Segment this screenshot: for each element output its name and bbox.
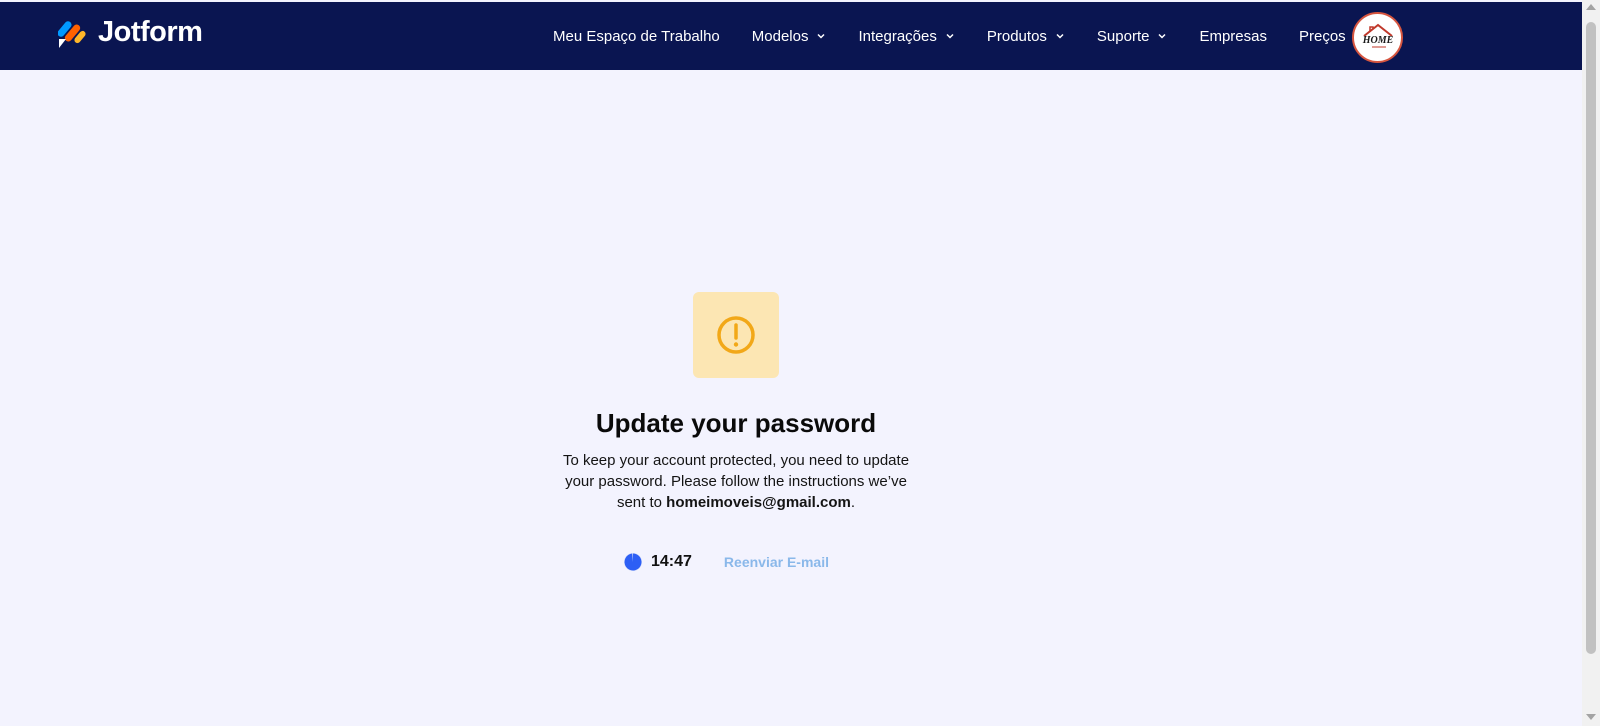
- nav-item-label: Preços: [1299, 27, 1346, 45]
- nav-item-meu-espaco[interactable]: Meu Espaço de Trabalho: [553, 28, 720, 45]
- avatar-logo-text: HOME: [1361, 35, 1393, 46]
- nav-item-label: Produtos: [986, 27, 1047, 45]
- nav-item-label: Modelos: [751, 27, 809, 45]
- chevron-down-icon: [1158, 33, 1166, 39]
- scroll-up-arrow-icon[interactable]: [1586, 4, 1596, 10]
- warning-badge: [693, 292, 779, 378]
- jotform-logo[interactable]: Jotform: [58, 16, 203, 49]
- nav-item-label: Meu Espaço de Trabalho: [553, 27, 720, 45]
- countdown-timer-icon: [624, 553, 642, 571]
- chevron-down-icon: [817, 33, 826, 39]
- nav-item-produtos[interactable]: Produtos: [987, 28, 1065, 45]
- chevron-down-icon: [946, 33, 954, 39]
- instructions-suffix: .: [850, 494, 856, 511]
- nav-item-label: Suporte: [1096, 27, 1150, 45]
- jotform-logo-text: Jotform: [98, 16, 203, 48]
- nav-item-label: Integrações: [858, 27, 937, 45]
- scroll-down-arrow-icon[interactable]: [1586, 714, 1596, 720]
- jotform-logo-icon: [58, 20, 86, 48]
- scrollbar-thumb[interactable]: [1586, 22, 1596, 654]
- nav-item-suporte[interactable]: Suporte: [1097, 28, 1168, 45]
- instructions-text: To keep your account protected, you need…: [556, 450, 916, 513]
- chevron-down-icon: [1056, 33, 1064, 39]
- warning-icon: [717, 316, 755, 354]
- nav-item-precos[interactable]: Preços: [1299, 28, 1346, 45]
- resend-timer-row: 14:47 Reenviar E-mail: [623, 552, 829, 572]
- vertical-scrollbar[interactable]: [1582, 0, 1600, 726]
- page: Jotform Meu Espaço de Trabalho Modelos I…: [0, 0, 1600, 726]
- countdown-timer: 14:47: [651, 553, 692, 570]
- main-nav: Meu Espaço de Trabalho Modelos Integraçõ…: [553, 2, 1378, 70]
- top-navigation-bar: Jotform Meu Espaço de Trabalho Modelos I…: [0, 2, 1582, 70]
- nav-item-label: Empresas: [1199, 27, 1267, 45]
- nav-item-modelos[interactable]: Modelos: [752, 28, 827, 45]
- nav-item-integracoes[interactable]: Integrações: [858, 28, 954, 45]
- resend-email-link[interactable]: Reenviar E-mail: [724, 554, 829, 570]
- home-imoveis-logo-icon: HOME: [1361, 23, 1393, 47]
- nav-item-empresas[interactable]: Empresas: [1199, 28, 1267, 45]
- user-email: homeimoveis@gmail.com: [666, 494, 851, 511]
- page-title: Update your password: [595, 408, 877, 438]
- account-avatar[interactable]: HOME: [1352, 12, 1403, 63]
